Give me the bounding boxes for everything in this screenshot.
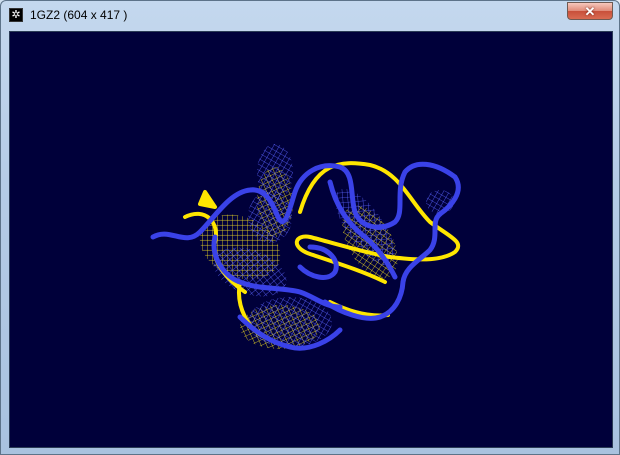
window-title: 1GZ2 (604 x 417 ) bbox=[30, 8, 128, 22]
protein-rendering bbox=[150, 144, 461, 351]
close-button[interactable]: ✕ bbox=[567, 2, 613, 20]
title-bar[interactable]: ✲ 1GZ2 (604 x 417 ) ✕ bbox=[1, 1, 619, 29]
molecule-viewer-icon[interactable]: ✲ bbox=[9, 8, 23, 22]
molecule-viewport[interactable] bbox=[9, 31, 613, 448]
close-icon: ✕ bbox=[584, 3, 596, 19]
viewer-window: ✲ 1GZ2 (604 x 417 ) ✕ bbox=[0, 0, 620, 455]
